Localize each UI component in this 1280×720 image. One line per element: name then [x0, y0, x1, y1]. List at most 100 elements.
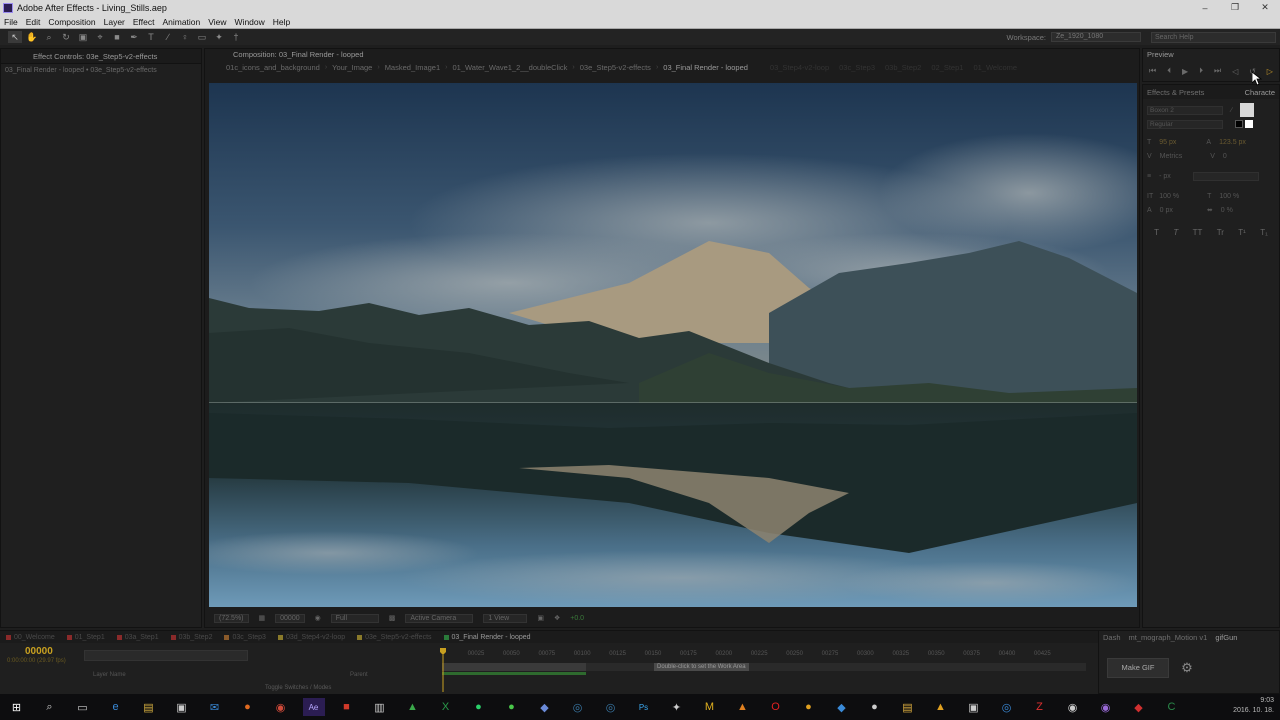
breadcrumb-item[interactable]: 01c_icons_and_background [221, 63, 325, 72]
breadcrumb-current[interactable]: 03_Final Render - looped [658, 63, 753, 72]
timeline-tab[interactable]: 03a_Step1 [111, 634, 165, 641]
zoom-tool-icon[interactable]: ⌕ [42, 31, 56, 43]
start-button-icon[interactable]: ⊞ [6, 698, 28, 716]
app-icon[interactable]: ◎ [600, 698, 622, 716]
app-icon[interactable]: ◎ [996, 698, 1018, 716]
effect-controls-tab[interactable]: Effect Controls: 03e_Step5-v2-effects [1, 51, 161, 62]
menu-animation[interactable]: Animation [158, 17, 204, 27]
menu-composition[interactable]: Composition [44, 17, 99, 27]
breadcrumb-item[interactable]: Masked_Image1 [380, 63, 445, 72]
pan-behind-tool-icon[interactable]: ⌖ [93, 31, 107, 43]
faux-bold-button[interactable]: T [1154, 228, 1159, 237]
vertical-scale-value[interactable]: 100 % [1159, 193, 1179, 200]
work-area-bar[interactable]: Double-click to set the Work Area [442, 663, 1086, 671]
snapshot-icon[interactable]: ◉ [315, 614, 321, 622]
app-icon[interactable]: ◆ [1128, 698, 1150, 716]
hand-tool-icon[interactable]: ✋ [25, 31, 39, 43]
layer-name-header[interactable]: Layer Name [93, 672, 126, 678]
layer-duration-bar[interactable] [442, 672, 586, 675]
timeline-tab[interactable]: 03b_Step2 [165, 634, 219, 641]
kerning-value[interactable]: Metrics [1160, 153, 1183, 160]
white-swatch[interactable] [1245, 120, 1253, 128]
subscript-button[interactable]: T₁ [1260, 228, 1268, 237]
edge-browser-icon[interactable]: e [105, 698, 127, 716]
make-gif-button[interactable]: Make GIF [1107, 658, 1169, 678]
breadcrumb-faded[interactable]: 02_Step1 [926, 63, 968, 72]
exposure-value[interactable]: +0.0 [570, 615, 584, 622]
drive-icon[interactable]: ▲ [402, 698, 424, 716]
motion-tab[interactable]: mt_mograph_Motion v1 [1125, 632, 1212, 643]
breadcrumb-faded[interactable]: 03c_Step3 [834, 63, 880, 72]
selection-tool-icon[interactable]: ↖ [8, 31, 22, 43]
menu-window[interactable]: Window [231, 17, 269, 27]
font-family-select[interactable]: Boxon 2 [1147, 105, 1223, 115]
font-size-value[interactable]: 95 px [1159, 139, 1176, 146]
all-caps-button[interactable]: TT [1193, 228, 1203, 237]
app-icon[interactable]: ▲ [930, 698, 952, 716]
tracking-value[interactable]: 0 [1223, 153, 1227, 160]
app-icon[interactable]: ▤ [897, 698, 919, 716]
system-clock[interactable]: 9:03 2016. 10. 18. [1233, 696, 1274, 716]
baseline-shift-value[interactable]: 0 px [1160, 207, 1173, 214]
app-icon[interactable]: ◆ [831, 698, 853, 716]
rectangle-tool-icon[interactable]: ■ [110, 31, 124, 43]
workspace-select[interactable]: Ze_1920_1080 [1051, 32, 1141, 42]
app-icon[interactable]: ● [798, 698, 820, 716]
active-camera-select[interactable]: Active Camera [405, 613, 474, 623]
store-icon[interactable]: ▣ [171, 698, 193, 716]
character-tab[interactable]: Characte [1241, 87, 1279, 98]
app-icon[interactable]: ◉ [1062, 698, 1084, 716]
superscript-button[interactable]: T¹ [1238, 228, 1246, 237]
time-ruler[interactable]: 00025 00050 00075 00100 00125 00150 00175 00200… [440, 649, 1088, 661]
transparency-grid-icon[interactable]: ▩ [389, 614, 396, 622]
excel-icon[interactable]: X [435, 698, 457, 716]
app-icon[interactable]: ◆ [534, 698, 556, 716]
app-icon[interactable]: ✦ [666, 698, 688, 716]
after-effects-taskbar-icon[interactable]: Ae [302, 698, 325, 716]
app-icon[interactable]: ◉ [1095, 698, 1117, 716]
stroke-width-value[interactable]: - px [1159, 173, 1171, 180]
ram-preview-icon[interactable]: ▷ [1267, 67, 1273, 76]
menu-file[interactable]: File [0, 17, 22, 27]
app-icon[interactable]: ▥ [369, 698, 391, 716]
menu-edit[interactable]: Edit [22, 17, 45, 27]
chrome-icon[interactable]: ◉ [270, 698, 292, 716]
acrobat-icon[interactable]: ■ [336, 698, 358, 716]
file-explorer-icon[interactable]: ▤ [138, 698, 160, 716]
menu-help[interactable]: Help [269, 17, 294, 27]
previous-frame-icon[interactable]: ⏴ [1167, 66, 1171, 76]
timeline-tab[interactable]: 01_Step1 [61, 634, 111, 641]
parent-header[interactable]: Parent [350, 672, 368, 678]
play-icon[interactable]: ▶ [1182, 67, 1188, 76]
current-time-field[interactable]: 00000 [275, 613, 305, 623]
clone-stamp-tool-icon[interactable]: ♀ [178, 31, 192, 43]
filezilla-icon[interactable]: Z [1029, 698, 1051, 716]
timeline-tab-active[interactable]: 03_Final Render - looped [438, 634, 537, 641]
fill-color-swatch[interactable] [1240, 103, 1255, 117]
timeline-tab[interactable]: 03e_Step5-v2-effects [351, 634, 437, 641]
gifgun-tab[interactable]: gifGun [1211, 632, 1241, 643]
effects-presets-tab[interactable]: Effects & Presets [1143, 87, 1208, 98]
rotate-tool-icon[interactable]: ↻ [59, 31, 73, 43]
app-icon[interactable]: ◎ [567, 698, 589, 716]
audio-icon[interactable]: ◁ [1232, 67, 1238, 76]
view-layout-select[interactable]: 1 View [483, 613, 528, 623]
resolution-select[interactable]: Full [330, 613, 379, 623]
toggle-pixel-aspect-icon[interactable]: ▣ [537, 614, 544, 622]
breadcrumb-item[interactable]: Your_Image [327, 63, 377, 72]
toggle-switches-modes[interactable]: Toggle Switches / Modes [265, 685, 331, 691]
task-view-icon[interactable]: ▭ [72, 698, 94, 716]
faux-italic-button[interactable]: T [1173, 228, 1178, 237]
timeline-tab[interactable]: 03d_Step4-v2-loop [272, 634, 351, 641]
search-help-input[interactable]: Search Help [1151, 31, 1276, 43]
timeline-tab[interactable]: 03c_Step3 [218, 634, 271, 641]
phone-icon[interactable]: ● [501, 698, 523, 716]
eyedropper-icon[interactable]: ∕ [1231, 107, 1232, 114]
breadcrumb-item[interactable]: 01_Water_Wave1_2__doubleClick [447, 63, 572, 72]
brush-tool-icon[interactable]: ∕ [161, 31, 175, 43]
work-area-range[interactable] [442, 663, 586, 671]
next-frame-icon[interactable]: ⏵ [1199, 66, 1203, 76]
first-frame-icon[interactable]: ⏮ [1149, 66, 1156, 76]
app-icon[interactable]: ▣ [963, 698, 985, 716]
composition-viewer[interactable] [209, 83, 1137, 607]
